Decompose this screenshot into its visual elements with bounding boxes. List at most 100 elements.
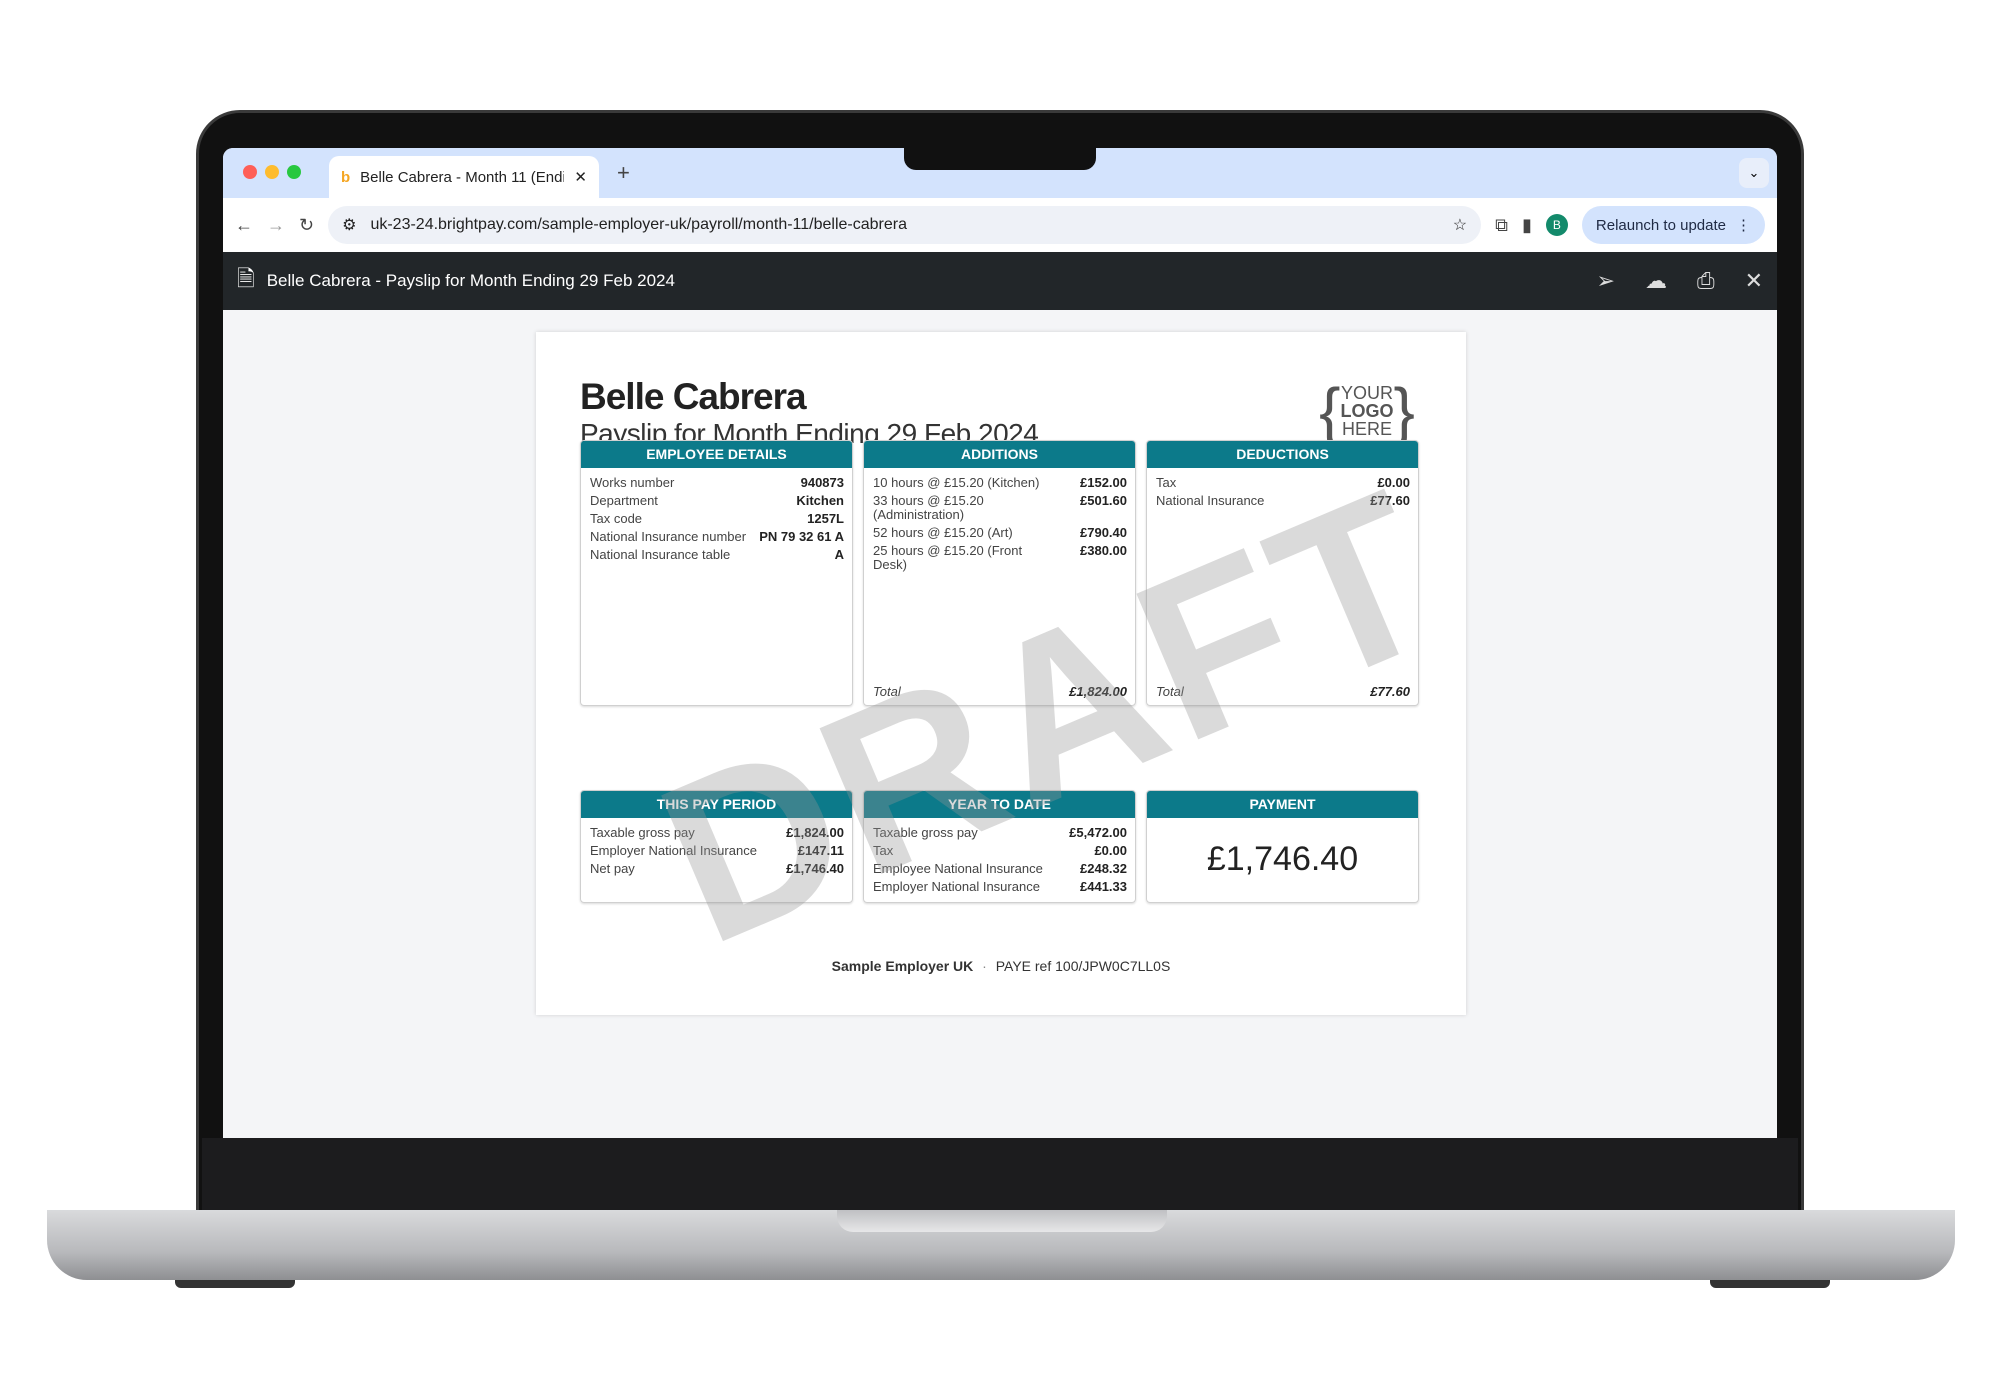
line-item-value: Kitchen	[796, 493, 844, 508]
download-cloud-icon[interactable]: ☁	[1645, 268, 1667, 294]
deductions-panel: DEDUCTIONS Tax £0.00 National Insurance £77…	[1146, 440, 1419, 706]
line-item: Employer National Insurance £441.33	[873, 880, 1127, 894]
line-item-label: National Insurance	[1156, 493, 1265, 508]
employer-name: Sample Employer UK	[831, 958, 974, 974]
send-icon[interactable]: ➢	[1597, 268, 1615, 294]
line-item-value: 1257L	[807, 511, 844, 526]
extensions-icon[interactable]: ⧉	[1495, 215, 1508, 236]
document-icon: 🗎	[237, 266, 255, 291]
print-icon[interactable]: ⎙	[1697, 268, 1715, 294]
line-item-label: Net pay	[590, 861, 635, 876]
tab-search-chevron-icon[interactable]: ⌄	[1739, 158, 1769, 188]
line-item-label: Employer National Insurance	[590, 843, 757, 858]
line-item-label: National Insurance table	[590, 547, 731, 562]
panel-header: EMPLOYEE DETAILS	[581, 441, 852, 468]
deductions-total: Total £77.60	[1156, 684, 1410, 699]
line-item-label: Employer National Insurance	[873, 879, 1040, 894]
line-item-value: £380.00	[1080, 543, 1127, 558]
line-item: 52 hours @ £15.20 (Art) £790.40	[873, 526, 1127, 540]
line-item-value: £1,824.00	[786, 825, 844, 840]
url-text[interactable]: uk-23-24.brightpay.com/sample-employer-u…	[370, 216, 1438, 234]
panel-header: YEAR TO DATE	[864, 791, 1135, 818]
line-item: Employer National Insurance £147.11	[590, 844, 844, 858]
line-item-value: £147.11	[797, 843, 844, 858]
minimize-window-button[interactable]	[265, 165, 279, 179]
payment-amount: £1,746.40	[1206, 840, 1359, 878]
tab-title: Belle Cabrera - Month 11 (Ending 29 Feb …	[360, 168, 565, 186]
line-item: Employee National Insurance £248.32	[873, 862, 1127, 876]
laptop-base	[47, 1210, 1955, 1280]
line-item-label: Department	[590, 493, 658, 508]
line-item: Taxable gross pay £5,472.00	[873, 826, 1127, 840]
back-icon[interactable]: ←	[235, 215, 253, 236]
payment-panel: PAYMENT £1,746.40	[1146, 790, 1419, 903]
line-item: Works number 940873	[590, 476, 844, 490]
site-settings-icon[interactable]: ⚙	[342, 215, 356, 235]
line-item-value: £1,746.40	[786, 861, 844, 876]
browser-window: b Belle Cabrera - Month 11 (Ending 29 Fe…	[223, 148, 1777, 1138]
side-panel-icon[interactable]: ▮	[1522, 215, 1532, 236]
line-item: Net pay £1,746.40	[590, 862, 844, 876]
browser-toolbar: ← → ↻ ⚙ uk-23-24.brightpay.com/sample-em…	[223, 198, 1777, 252]
employee-name: Belle Cabrera	[580, 376, 807, 417]
line-item-label: National Insurance number	[590, 529, 747, 544]
more-menu-icon[interactable]: ⋮	[1736, 216, 1751, 234]
line-item-label: Tax code	[590, 511, 643, 526]
line-item-value: £790.40	[1080, 525, 1127, 540]
employee-details-panel: EMPLOYEE DETAILS Works number 940873 Depar…	[580, 440, 853, 706]
line-item: Department Kitchen	[590, 494, 844, 508]
this-pay-period-panel: THIS PAY PERIOD Taxable gross pay £1,824.…	[580, 790, 853, 903]
line-item-label: Works number	[590, 475, 675, 490]
camera-notch	[904, 146, 1096, 170]
line-item-value: £0.00	[1094, 843, 1127, 858]
new-tab-button[interactable]: +	[617, 160, 630, 186]
close-tab-icon[interactable]: ✕	[574, 168, 587, 186]
line-item-label: Taxable gross pay	[873, 825, 978, 840]
line-item: 10 hours @ £15.20 (Kitchen) £152.00	[873, 476, 1127, 490]
address-bar[interactable]: ⚙ uk-23-24.brightpay.com/sample-employer…	[328, 206, 1482, 244]
line-item: 33 hours @ £15.20 (Administration) £501.6…	[873, 494, 1127, 522]
browser-tab[interactable]: b Belle Cabrera - Month 11 (Ending 29 Fe…	[329, 156, 599, 198]
line-item-value: £441.33	[1080, 879, 1127, 894]
payslip-footer: Sample Employer UK · PAYE ref 100/JPW0C7…	[831, 958, 1171, 974]
line-item-value: 940873	[800, 475, 844, 490]
profile-avatar[interactable]: B	[1545, 214, 1568, 236]
reload-icon[interactable]: ↻	[299, 215, 314, 236]
relaunch-button[interactable]: Relaunch to update ⋮	[1581, 206, 1765, 244]
line-item: Tax £0.00	[1156, 476, 1410, 490]
line-item-label: 52 hours @ £15.20 (Art)	[873, 525, 1013, 540]
line-item-value: £248.32	[1080, 861, 1127, 876]
forward-icon[interactable]: →	[267, 215, 285, 236]
line-item: National Insurance £77.60	[1156, 494, 1410, 508]
logo-placeholder: {YOUR LOGO HERE}	[1319, 375, 1415, 447]
line-item-label: 10 hours @ £15.20 (Kitchen)	[873, 475, 1040, 490]
close-icon[interactable]: ✕	[1745, 268, 1763, 294]
line-item: National Insurance table A	[590, 548, 844, 562]
panel-header: ADDITIONS	[864, 441, 1135, 468]
maximize-window-button[interactable]	[287, 165, 301, 179]
line-item-label: Employee National Insurance	[873, 861, 1043, 876]
payslip-document: Belle Cabrera Payslip for Month Ending 2…	[536, 332, 1473, 1015]
line-item: 25 hours @ £15.20 (Front Desk) £380.00	[873, 544, 1127, 572]
line-item-value: £77.60	[1370, 493, 1410, 508]
additions-total: Total £1,824.00	[873, 684, 1127, 699]
line-item-value: £0.00	[1377, 475, 1410, 490]
line-item: National Insurance number PN 79 32 61 A	[590, 530, 844, 544]
line-item-label: Taxable gross pay	[590, 825, 695, 840]
app-bar: 🗎 Belle Cabrera - Payslip for Month Endi…	[223, 252, 1777, 310]
brightpay-favicon-icon: b	[341, 168, 351, 186]
close-window-button[interactable]	[243, 165, 257, 179]
line-item-value: A	[834, 547, 844, 562]
line-item-value: £152.00	[1080, 475, 1127, 490]
paye-reference: PAYE ref 100/JPW0C7LL0S	[995, 958, 1171, 974]
line-item-value: PN 79 32 61 A	[759, 529, 844, 544]
line-item-value: £501.60	[1080, 493, 1127, 508]
line-item: Taxable gross pay £1,824.00	[590, 826, 844, 840]
line-item-value: £5,472.00	[1069, 825, 1127, 840]
line-item-label: Tax	[873, 843, 894, 858]
panel-header: THIS PAY PERIOD	[581, 791, 852, 818]
app-bar-title: Belle Cabrera - Payslip for Month Ending…	[266, 271, 675, 290]
line-item-label: 33 hours @ £15.20 (Administration)	[873, 493, 984, 522]
bookmark-star-icon[interactable]: ☆	[1453, 215, 1467, 235]
panel-header: PAYMENT	[1147, 791, 1418, 818]
